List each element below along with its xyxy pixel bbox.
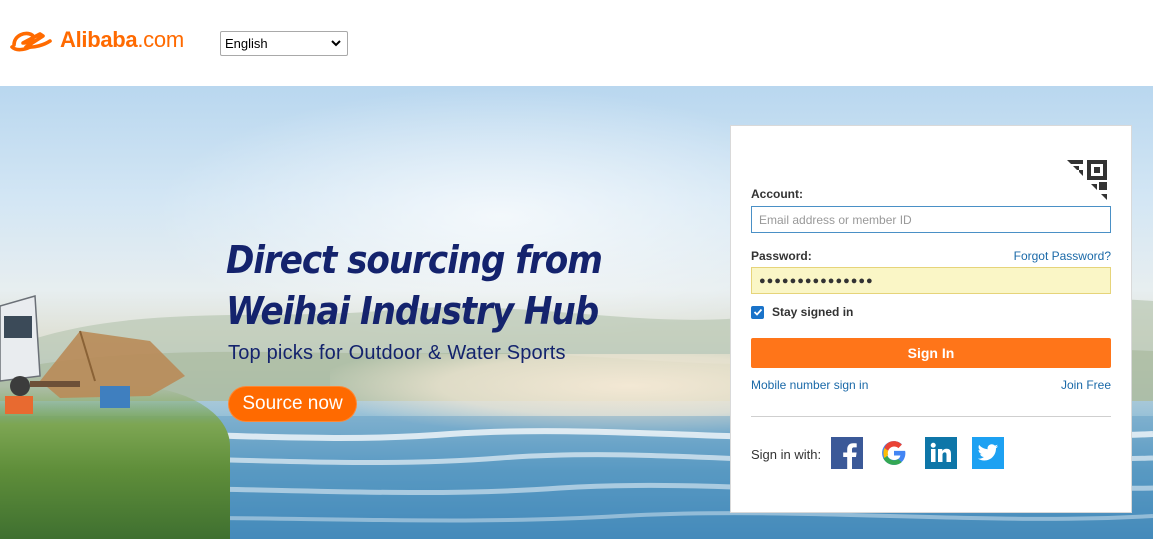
logo-text: Alibaba.com xyxy=(60,27,184,52)
stay-signed-in-label: Stay signed in xyxy=(772,305,854,319)
hero-subline: Top picks for Outdoor & Water Sports xyxy=(228,342,566,364)
forgot-password-link[interactable]: Forgot Password? xyxy=(1014,249,1111,263)
language-select-value: English xyxy=(225,36,268,51)
qr-code-icon[interactable] xyxy=(1065,158,1109,202)
linkedin-sign-in-button[interactable] xyxy=(925,437,957,469)
password-label: Password: xyxy=(751,249,812,263)
facebook-sign-in-button[interactable] xyxy=(831,437,863,469)
stay-signed-in[interactable]: Stay signed in xyxy=(751,305,853,319)
facebook-icon xyxy=(843,443,857,469)
linkedin-icon xyxy=(930,442,951,462)
google-icon xyxy=(882,441,906,465)
hero-headline: Direct sourcing from Weihai Industry Hub xyxy=(226,235,603,337)
divider xyxy=(751,416,1111,417)
login-panel: Account: Email address or member ID Pass… xyxy=(730,125,1132,513)
account-input[interactable]: Email address or member ID xyxy=(751,206,1111,233)
account-input-placeholder: Email address or member ID xyxy=(759,212,912,227)
password-input-value: ●●●●●●●●●●●●●●● xyxy=(759,274,874,287)
source-now-button[interactable]: Source now xyxy=(228,386,357,422)
sign-in-with-label: Sign in with: xyxy=(751,447,822,462)
alibaba-logo[interactable]: Alibaba.com xyxy=(10,26,184,54)
hero-headline-line1: Direct sourcing from xyxy=(226,238,603,282)
chevron-down-icon xyxy=(331,40,341,47)
google-sign-in-button[interactable] xyxy=(878,437,910,469)
mobile-number-sign-in-link[interactable]: Mobile number sign in xyxy=(751,378,868,392)
password-input[interactable]: ●●●●●●●●●●●●●●● xyxy=(751,267,1111,294)
site-header: Alibaba.com English xyxy=(0,0,1153,86)
account-label: Account: xyxy=(751,187,803,201)
join-free-link[interactable]: Join Free xyxy=(1061,378,1111,392)
stay-signed-in-checkbox[interactable] xyxy=(751,305,764,319)
checkmark-icon xyxy=(753,308,762,316)
twitter-icon xyxy=(977,444,999,461)
sign-in-button[interactable]: Sign In xyxy=(751,338,1111,368)
language-select[interactable]: English xyxy=(220,31,348,56)
hero-headline-line2: Weihai Industry Hub xyxy=(226,289,599,333)
camper-illustration xyxy=(0,295,185,414)
alibaba-logo-icon xyxy=(10,31,52,52)
twitter-sign-in-button[interactable] xyxy=(972,437,1004,469)
